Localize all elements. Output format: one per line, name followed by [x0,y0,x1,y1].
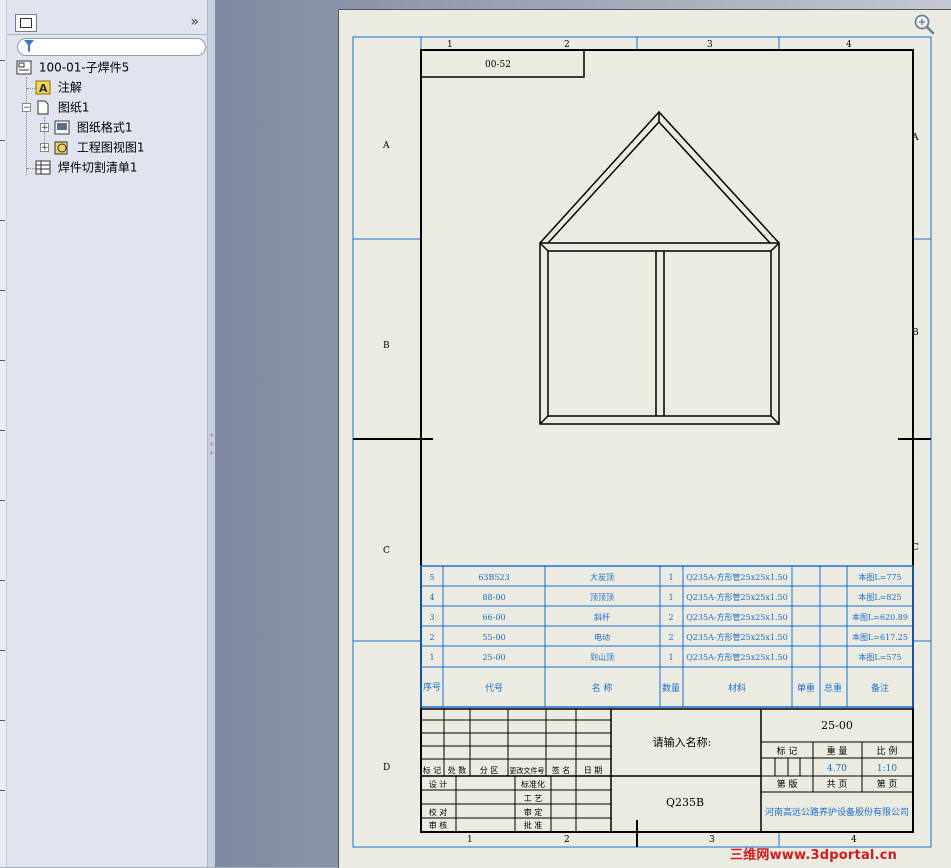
bom-header-no: 序号 [423,681,441,693]
bom-cell-remark: 本图L=620.89 [852,612,908,622]
rev-col-file: 更改文件号 [510,766,545,775]
bom-cell-remark: 本图L=825 [858,592,901,602]
bom-header-total-weight: 总重 [824,682,842,694]
bom-cell-no: 1 [429,653,434,662]
title-name-prompt[interactable]: 请输入名称: [653,735,712,749]
bom-cell-no: 2 [429,633,434,642]
bom-cell-remark: 本图L=775 [858,572,901,582]
zone-bottom-3: 3 [709,835,715,845]
bom-cell-qty: 2 [668,613,673,622]
zone-top-4: 4 [846,40,852,50]
zone-bottom-2: 2 [564,835,570,845]
zone-left-a: A [382,141,390,151]
title-label-weight: 重 量 [827,745,848,757]
bom-cell-qty: 1 [668,573,673,582]
bom-cell-material: Q235A-方形管25x25x1.50 [686,632,788,642]
weldment-frame-view[interactable] [539,110,780,425]
bom-cell-qty: 1 [668,653,673,662]
top-left-label: 00-52 [485,60,511,70]
approval-process: 工 艺 [524,794,543,803]
zoom-to-fit-icon[interactable] [912,12,936,36]
approval-standard: 标准化 [521,779,545,789]
bom-cell-material: Q235A-方形管25x25x1.50 [686,612,788,622]
rev-col-zone: 分 区 [480,766,499,775]
bom-cell-name: 电动 [594,632,610,642]
zone-top-2: 2 [564,40,570,50]
bom-header-remark: 备注 [871,682,889,694]
sign-review: 审 核 [429,820,448,830]
approval-approve: 批 准 [524,820,543,830]
rev-col-sign: 签 名 [552,765,571,775]
zone-right-a: A [911,133,919,143]
bom-cell-name: 到山顶 [590,652,614,662]
bom-header-unit-weight: 单重 [797,682,815,694]
rev-col-date: 日 期 [584,766,603,775]
bom-cell-code: 66-00 [482,613,505,622]
title-version: 第 版 [777,778,798,790]
bom-cell-remark: 本图L=617.25 [852,632,908,642]
title-sheet-count: 共 页 [827,779,848,790]
zone-left-d: D [383,763,390,773]
sign-check: 校 对 [429,807,448,817]
bom-cell-no: 3 [429,613,434,622]
bom-cell-remark: 本图L=575 [858,652,901,662]
sign-design: 设 计 [429,779,448,789]
bom-header-qty: 数量 [662,682,680,694]
title-label-scale: 比 例 [877,745,898,757]
bom-cell-code: 63B523 [478,573,509,582]
title-drawing-number: 25-00 [821,719,853,732]
watermark-text: 三维网www.3dportal.cn [730,848,898,863]
bom-cell-name: 大炭顶 [590,572,614,582]
title-material: Q235B [666,796,704,809]
title-weight-value: 4.70 [827,764,847,774]
zone-left-c: C [383,546,390,556]
bom-cell-no: 5 [429,573,434,582]
title-label-mark: 标 记 [777,745,798,757]
drawing-canvas[interactable]: 00-52 1 2 3 4 1 2 3 4 A B C D A B C 5 63… [0,0,951,867]
zone-right-b: B [912,328,919,338]
rev-col-count: 处 数 [448,765,467,775]
approval-verify: 审 定 [524,807,543,817]
rev-col-mark: 标 记 [423,765,442,775]
bom-cell-material: Q235A-方形管25x25x1.50 [686,572,788,582]
title-scale-value: 1:10 [877,764,897,774]
bom-cell-qty: 1 [668,593,673,602]
bom-cell-name: 顶顶顶 [590,593,614,602]
zone-left-b: B [383,341,390,351]
bom-cell-material: Q235A-方形管25x25x1.50 [686,652,788,662]
bom-cell-material: Q235A-方形管25x25x1.50 [686,592,788,602]
bom-cell-code: 55-00 [482,633,505,642]
zone-bottom-1: 1 [467,835,473,845]
zone-top-1: 1 [447,40,453,50]
bom-header-material: 材料 [728,682,746,694]
bom-cell-code: 25-00 [482,653,505,662]
title-company: 河南高远公路养护设备股份有限公司 [765,806,909,818]
bom-header-name: 名 称 [592,682,613,694]
bom-cell-no: 4 [429,593,434,602]
bom-cell-code: 88-00 [482,593,505,602]
bom-cell-name: 斜杆 [594,612,610,622]
title-sheet-number: 第 页 [877,778,898,790]
zone-right-c: C [912,543,919,553]
bom-header-code: 代号 [485,683,503,694]
zone-top-3: 3 [707,40,713,50]
bom-cell-qty: 2 [668,633,673,642]
